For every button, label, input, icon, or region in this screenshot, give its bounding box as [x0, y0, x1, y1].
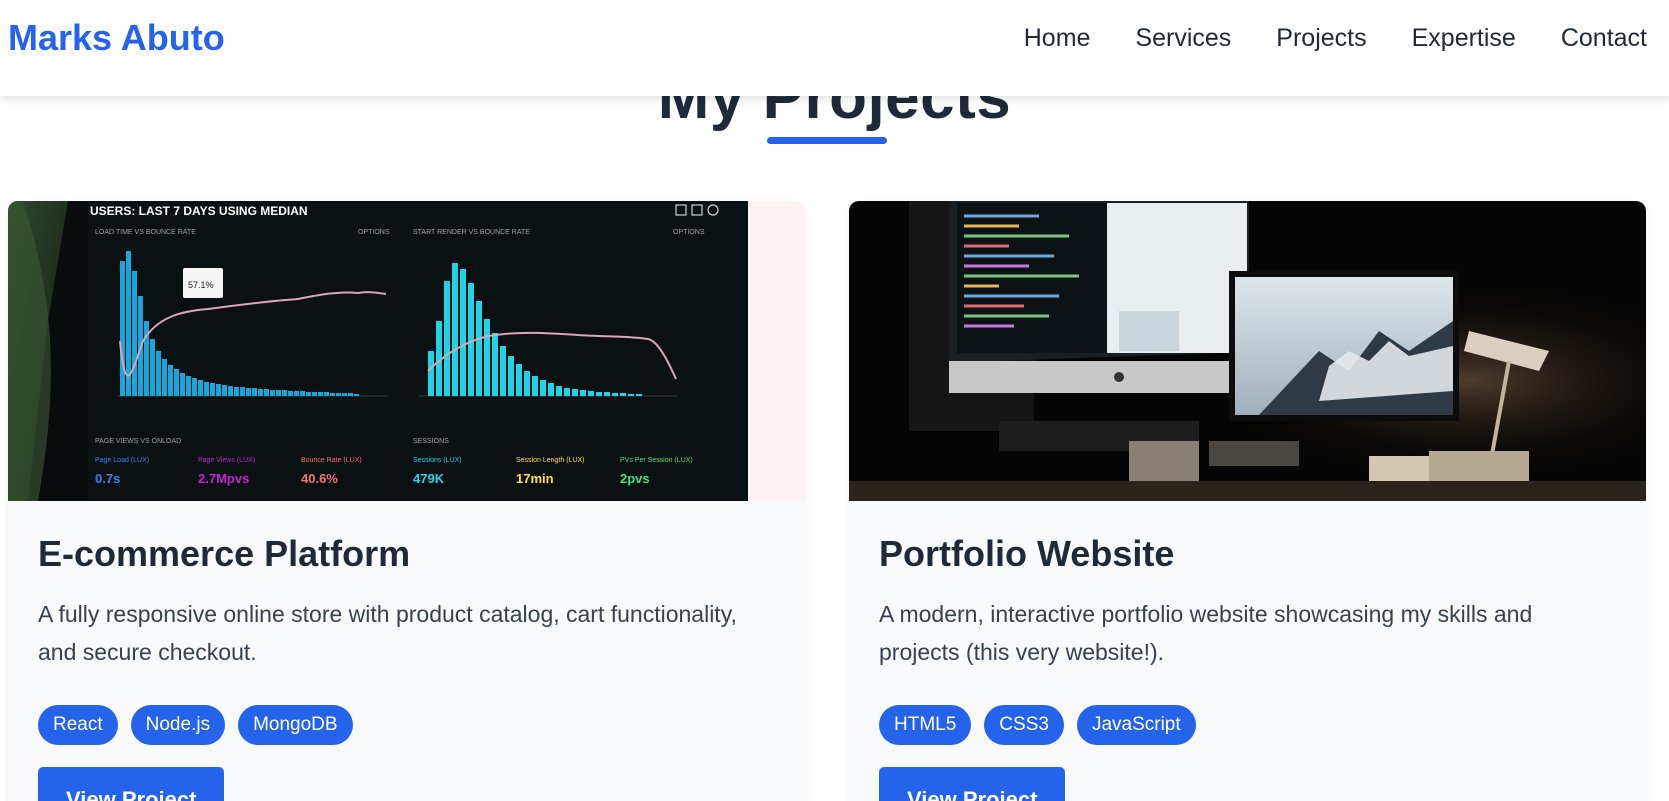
svg-text:PAGE VIEWS VS ONLOAD: PAGE VIEWS VS ONLOAD — [95, 438, 181, 445]
svg-text:OPTIONS: OPTIONS — [673, 229, 705, 236]
tech-tag-css3: CSS3 — [984, 705, 1064, 745]
dashboard-header: USERS: LAST 7 DAYS USING MEDIAN — [90, 204, 308, 218]
svg-text:17min: 17min — [516, 471, 554, 486]
svg-text:SESSIONS: SESSIONS — [413, 438, 449, 445]
brand-logo[interactable]: Marks Abuto — [8, 17, 225, 59]
project-image-desk-setup — [849, 201, 1646, 501]
nav-link-projects[interactable]: Projects — [1276, 24, 1366, 53]
nav-link-services[interactable]: Services — [1135, 24, 1231, 53]
nav-link-home[interactable]: Home — [1024, 24, 1091, 53]
svg-text:Bounce Rate (LUX): Bounce Rate (LUX) — [301, 457, 362, 464]
svg-text:PVs Per Session (LUX): PVs Per Session (LUX) — [620, 457, 693, 464]
svg-text:0.7s: 0.7s — [95, 471, 120, 486]
nav-link-contact[interactable]: Contact — [1561, 24, 1647, 53]
navbar: Marks Abuto Home Services Projects Exper… — [0, 0, 1669, 96]
project-description: A fully responsive online store with pro… — [38, 601, 737, 665]
svg-text:LOAD TIME VS BOUNCE RATE: LOAD TIME VS BOUNCE RATE — [95, 229, 196, 236]
project-image-analytics-dashboard: USERS: LAST 7 DAYS USING MEDIAN LOAD TIM… — [8, 201, 805, 501]
project-description: A modern, interactive portfolio website … — [879, 601, 1533, 665]
project-title: E-commerce Platform — [38, 533, 411, 574]
svg-text:Session Length (LUX): Session Length (LUX) — [516, 457, 584, 464]
title-underline — [767, 137, 887, 144]
tech-tag-html5: HTML5 — [879, 705, 972, 745]
svg-text:Sessions (LUX): Sessions (LUX) — [413, 457, 462, 464]
svg-text:OPTIONS: OPTIONS — [358, 229, 390, 236]
tech-tags: React Node.js MongoDB — [38, 705, 775, 745]
project-card-body: E-commerce Platform A fully responsive o… — [8, 501, 805, 801]
tech-tag-nodejs: Node.js — [130, 705, 226, 745]
tooltip-value: 57.1% — [188, 280, 214, 290]
nav-link-expertise[interactable]: Expertise — [1412, 24, 1516, 53]
svg-text:Page Views (LUX): Page Views (LUX) — [198, 457, 255, 464]
svg-text:START RENDER VS BOUNCE RATE: START RENDER VS BOUNCE RATE — [413, 229, 530, 236]
tech-tag-javascript: JavaScript — [1076, 705, 1196, 745]
svg-text:40.6%: 40.6% — [301, 471, 338, 486]
view-project-button[interactable]: View Project — [38, 767, 225, 801]
svg-text:Page Load (LUX): Page Load (LUX) — [95, 457, 149, 464]
tech-tag-react: React — [38, 705, 118, 745]
svg-text:479K: 479K — [413, 471, 445, 486]
svg-text:2pvs: 2pvs — [620, 471, 650, 486]
nav-links: Home Services Projects Expertise Contact — [1024, 24, 1647, 53]
tech-tags: HTML5 CSS3 JavaScript — [879, 705, 1616, 745]
view-project-button[interactable]: View Project — [879, 767, 1066, 801]
project-card-portfolio: Portfolio Website A modern, interactive … — [849, 201, 1646, 801]
project-card-body: Portfolio Website A modern, interactive … — [849, 501, 1646, 801]
project-title: Portfolio Website — [879, 533, 1175, 574]
svg-text:2.7Mpvs: 2.7Mpvs — [198, 471, 249, 486]
project-card-ecommerce: USERS: LAST 7 DAYS USING MEDIAN LOAD TIM… — [8, 201, 805, 801]
tech-tag-mongodb: MongoDB — [238, 705, 353, 745]
